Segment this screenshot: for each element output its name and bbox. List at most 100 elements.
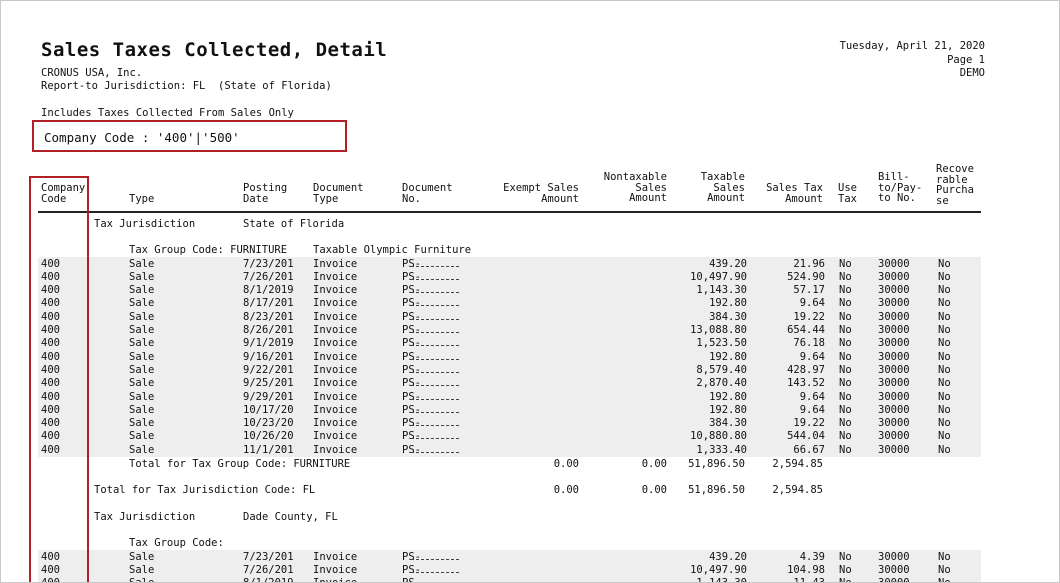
cell-document-type: Invoice [313, 403, 358, 416]
cell-document-no: PS- [402, 363, 459, 376]
cell-use-tax: No [839, 443, 852, 456]
cell-bill-to-no: 30000 [878, 577, 910, 582]
header-document-no: Document No. [402, 182, 453, 205]
group-total-nontaxable: 0.00 [641, 458, 667, 470]
cell-document-no: PS- [402, 403, 459, 416]
cell-document-type: Invoice [313, 324, 358, 336]
cell-posting-date: 7/23/201 [243, 550, 294, 563]
cell-recoverable: No [938, 270, 951, 283]
cell-sales-tax-amount: 104.98 [787, 563, 825, 576]
table-row: 400 Sale 9/29/201 Invoice PS- 192.80 9.64 No 300… [1, 390, 1059, 404]
cell-recoverable: No [938, 563, 951, 576]
report-viewer: Sales Taxes Collected, Detail CRONUS USA… [0, 0, 1060, 583]
header-type: Type [129, 193, 155, 205]
company-filter-highlight: Company Code : '400'|'500' [32, 120, 347, 152]
cell-bill-to-no: 30000 [878, 297, 910, 310]
table-row: 400 Sale 8/17/201 Invoice PS- 192.80 9.64 No 300… [1, 297, 1059, 310]
cell-use-tax: No [839, 577, 852, 582]
cell-taxable-amount: 1,523.50 [696, 337, 747, 350]
table-row: 400 Sale 9/16/201 Invoice PS- 192.80 9.64 No 300… [1, 350, 1059, 364]
cell-document-type: Invoice [313, 390, 358, 403]
cell-posting-date: 9/22/201 [243, 363, 294, 376]
cell-posting-date: 10/26/20 [243, 430, 294, 443]
cell-use-tax: No [839, 563, 852, 576]
cell-posting-date: 11/1/201 [243, 443, 294, 456]
cell-recoverable: No [938, 417, 951, 430]
cell-taxable-amount: 1,143.30 [696, 577, 747, 582]
cell-bill-to-no: 30000 [878, 417, 910, 430]
cell-taxable-amount: 439.20 [709, 550, 747, 563]
cell-document-no: PS- [402, 297, 459, 310]
includes-note: Includes Taxes Collected From Sales Only [41, 107, 294, 119]
group-total-taxable: 51,896.50 [688, 458, 745, 470]
page-number: Page 1 [947, 54, 985, 66]
cell-recoverable: No [938, 430, 951, 443]
cell-recoverable: No [938, 363, 951, 376]
cell-bill-to-no: 30000 [878, 443, 910, 456]
cell-recoverable: No [938, 403, 951, 416]
table-row: 400 Sale 7/23/201 Invoice PS- 439.20 4.39 No 300… [1, 550, 1059, 564]
group-total-exempt: 0.00 [553, 458, 579, 470]
company-filter: Company Code : '400'|'500' [44, 130, 240, 145]
cell-type: Sale [129, 390, 155, 403]
header-use-tax: Use Tax [838, 182, 857, 205]
header-bill-to: Bill-to/Pay-to No. [878, 171, 923, 204]
cell-bill-to-no: 30000 [878, 270, 910, 283]
cell-bill-to-no: 30000 [878, 403, 910, 416]
cell-sales-tax-amount: 9.64 [799, 403, 825, 416]
cell-type: Sale [129, 403, 155, 416]
cell-use-tax: No [839, 337, 852, 350]
cell-document-no: PS- [402, 577, 421, 582]
cell-taxable-amount: 192.80 [709, 350, 747, 363]
jurisdiction-total-label: Total for Tax Jurisdiction Code: FL [94, 484, 316, 496]
group-total-label: Total for Tax Group Code: FURNITURE [129, 458, 351, 470]
cell-posting-date: 8/1/2019 [243, 577, 294, 582]
cell-sales-tax-amount: 143.52 [787, 377, 825, 390]
cell-document-no: PS- [402, 417, 459, 430]
cell-recoverable: No [938, 337, 951, 350]
cell-use-tax: No [839, 363, 852, 376]
table-row: 400 Sale 7/26/201 Invoice PS- 10,497.90 104.98… [1, 563, 1059, 577]
tax-jurisdiction-value-2: Dade County, FL [243, 511, 338, 523]
cell-bill-to-no: 30000 [878, 284, 910, 297]
table-row: 400 Sale 8/1/2019 Invoice PS- 1,143.30 57.17 No… [1, 284, 1059, 297]
tax-jurisdiction-label: Tax Jurisdiction [94, 218, 196, 230]
header-nontaxable-sales: Nontaxable Sales Amount [603, 171, 667, 204]
cell-document-type: Invoice [313, 337, 358, 350]
cell-use-tax: No [839, 390, 852, 403]
header-taxable-sales: Taxable Sales Amount [700, 171, 745, 204]
cell-posting-date: 9/16/201 [243, 350, 294, 363]
cell-document-no: PS- [402, 350, 459, 363]
cell-document-no: PS- [402, 257, 459, 270]
cell-taxable-amount: 1,333.40 [696, 443, 747, 456]
cell-use-tax: No [839, 310, 852, 323]
cell-document-type: Invoice [313, 350, 358, 363]
cell-recoverable: No [938, 284, 951, 297]
cell-document-no: PS- [402, 430, 459, 443]
cell-posting-date: 8/26/201 [243, 324, 294, 336]
cell-bill-to-no: 30000 [878, 337, 910, 350]
cell-taxable-amount: 10,880.80 [690, 430, 747, 443]
header-posting-date: Posting Date [243, 182, 288, 205]
cell-type: Sale [129, 377, 155, 390]
cell-bill-to-no: 30000 [878, 563, 910, 576]
report-title: Sales Taxes Collected, Detail [41, 39, 388, 61]
table-row: 400 Sale 11/1/201 Invoice PS- 1,333.40 66.67 No… [1, 443, 1059, 457]
cell-recoverable: No [938, 377, 951, 390]
jurisdiction-total-taxable: 51,896.50 [688, 484, 745, 496]
table-row: 400Sale8/1/2019InvoicePS-1,143.3011.43No… [1, 577, 1059, 582]
cell-document-type: Invoice [313, 563, 358, 576]
tax-jurisdiction-value: State of Florida [243, 218, 345, 230]
cell-bill-to-no: 30000 [878, 350, 910, 363]
cell-sales-tax-amount: 9.64 [799, 350, 825, 363]
table-row: 400 Sale 10/26/20 Invoice PS- 10,880.80 544.04… [1, 430, 1059, 443]
cell-type: Sale [129, 257, 155, 270]
cell-taxable-amount: 2,870.40 [696, 377, 747, 390]
table-row: 400 Sale 10/17/20 Invoice PS- 192.80 9.64 No 300… [1, 403, 1059, 417]
cell-posting-date: 10/23/20 [243, 417, 294, 430]
cell-sales-tax-amount: 21.96 [793, 257, 825, 270]
cell-posting-date: 9/29/201 [243, 390, 294, 403]
cell-use-tax: No [839, 270, 852, 283]
cell-use-tax: No [839, 403, 852, 416]
cell-type: Sale [129, 430, 155, 443]
